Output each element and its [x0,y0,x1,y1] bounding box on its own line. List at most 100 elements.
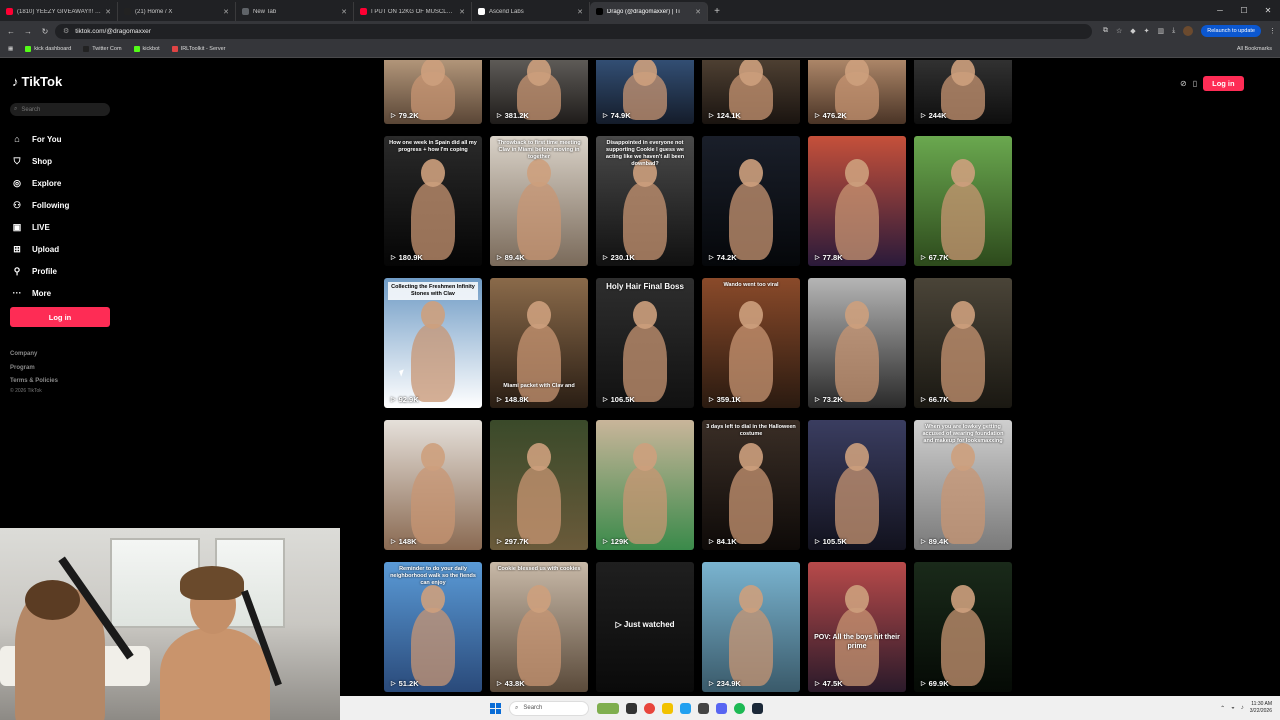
tab-close-icon[interactable]: ✕ [577,8,583,16]
video-tile[interactable]: Miami packet with Clav and ▷ 148.8K [490,278,588,408]
video-tile[interactable]: ▷ 74.9K [596,60,694,124]
bookmark-item[interactable]: kick dashboard [25,46,71,52]
browser-tab[interactable]: New Tab ✕ [236,2,354,21]
sidebar-item-live[interactable]: ▣ LIVE [12,216,69,238]
minimize-icon[interactable]: ─ [1208,6,1232,15]
video-tile[interactable]: Wando went too viral ▷ 359.1K [702,278,800,408]
video-tile[interactable]: ▷ 79.2K [384,60,482,124]
play-icon: ▷ [709,539,714,545]
video-tile[interactable]: ▷ 244K [914,60,1012,124]
back-icon[interactable]: ← [4,24,18,38]
tab-close-icon[interactable]: ✕ [341,8,347,16]
video-tile[interactable]: Holy Hair Final Boss ▷ 106.5K [596,278,694,408]
profile-avatar[interactable] [1183,26,1194,36]
sidebar-item-profile[interactable]: ⚲ Profile [12,260,69,282]
install-icon[interactable]: ⧉ [1103,27,1108,35]
reload-icon[interactable]: ↻ [38,24,52,38]
header-login-button[interactable]: Log in [1203,76,1244,91]
video-tile[interactable]: ▷ 476.2K [808,60,906,124]
video-tile[interactable]: ▷ 129K [596,420,694,550]
video-tile[interactable]: ▷ 105.5K [808,420,906,550]
footer-link[interactable]: Company [10,348,58,362]
maximize-icon[interactable]: ☐ [1232,6,1256,15]
close-window-icon[interactable]: ✕ [1256,6,1280,15]
extension-icon[interactable]: ◆ [1130,27,1135,35]
chrome-icon[interactable] [644,702,655,714]
video-tile[interactable]: ▷ 148K [384,420,482,550]
video-tile[interactable]: ▷ 234.9K [702,562,800,692]
discord-icon[interactable] [716,702,727,714]
edge-icon[interactable] [680,702,691,714]
sidebar-item-following[interactable]: ⚇ Following [12,194,69,216]
search-input[interactable]: ⌕ Search [10,103,110,116]
coin-icon[interactable]: ⊘ [1180,79,1187,88]
video-tile[interactable]: ▷ 69.9K [914,562,1012,692]
url-bar[interactable]: ⚙ tiktok.com/@dragomaxxer [55,23,1092,39]
video-tile[interactable]: ▷ 297.7K [490,420,588,550]
task-view-icon[interactable] [626,702,637,714]
sidebar-login-button[interactable]: Log in [10,307,110,327]
video-tile[interactable]: How one week in Spain did all my progres… [384,136,482,266]
video-tile[interactable]: 3 days left to dial in the Halloween cos… [702,420,800,550]
browser-tab[interactable]: (1810) YEEZY GIVEAWAY!!! | 67 ✕ [0,2,118,21]
footer-link[interactable]: Terms & Policies [10,375,58,389]
footer-link[interactable]: Program [10,362,58,376]
video-tile[interactable]: POV: All the boys hit their prime ▷ 47.5K [808,562,906,692]
bookmark-item[interactable]: Twitter Com [83,46,122,52]
network-icon[interactable]: ◒ [1231,705,1235,711]
widgets-icon[interactable] [597,702,619,714]
video-tile[interactable]: Collecting the Freshmen Infinity Stones … [384,278,482,408]
browser-tab[interactable]: I PUT ON 12KG OF MUSCLE IN ✕ [354,2,472,21]
site-info-icon[interactable]: ⚙ [63,27,69,35]
video-tile[interactable]: ▷ 73.2K [808,278,906,408]
tab-close-icon[interactable]: ✕ [105,8,111,16]
view-count-value: 148K [398,537,417,546]
video-tile[interactable]: Throwback to first time meeting Clav in … [490,136,588,266]
video-tile[interactable]: ▷ 77.8K [808,136,906,266]
obs-icon[interactable] [698,702,709,714]
browser-tab[interactable]: Ascend Labs ✕ [472,2,590,21]
sidebar-item-for-you[interactable]: ⌂ For You [12,128,69,150]
menu-icon[interactable]: ⋮ [1269,27,1276,35]
speaker-icon[interactable]: ♪ [1241,705,1244,711]
phone-icon[interactable]: ▯ [1193,79,1197,88]
all-bookmarks-link[interactable]: All Bookmarks [1237,46,1272,52]
video-tile[interactable]: Reminder to do your daily neighborhood w… [384,562,482,692]
bookmark-item[interactable]: IRLToolkit - Server [171,46,226,52]
video-tile[interactable]: ▷ 381.2K [490,60,588,124]
puzzle-icon[interactable]: ✦ [1144,27,1150,35]
video-tile[interactable]: When you are lowkey getting accused of w… [914,420,1012,550]
tab-close-icon[interactable]: ✕ [223,8,229,16]
tiktok-logo[interactable]: ♪ TikTok [12,74,62,89]
sidebar-item-explore[interactable]: ◎ Explore [12,172,69,194]
video-tile[interactable]: ▷ 74.2K [702,136,800,266]
sidebar-item-more[interactable]: ··· More [12,282,69,304]
spotify-icon[interactable] [734,702,745,714]
video-tile[interactable]: ▷ 124.1K [702,60,800,124]
browser-tab[interactable]: (21) Home / X ✕ [118,2,236,21]
new-tab-button[interactable]: + [708,2,726,21]
relaunch-button[interactable]: Relaunch to update [1201,25,1261,37]
video-tile[interactable]: ▷ 66.7K [914,278,1012,408]
steam-icon[interactable] [752,702,763,714]
star-icon[interactable]: ☆ [1116,27,1122,35]
taskbar-clock[interactable]: 11:30 AM 3/22/2026 [1250,701,1272,715]
download-icon[interactable]: ⤓ [1172,27,1175,35]
sidepanel-icon[interactable]: ▥ [1158,27,1165,35]
tab-close-icon[interactable]: ✕ [695,8,701,16]
windows-start-icon[interactable] [490,702,501,714]
video-tile[interactable]: ▷ Just watched [596,562,694,692]
file-explorer-icon[interactable] [662,702,673,714]
bookmark-item[interactable]: kickbot [133,46,160,52]
tab-close-icon[interactable]: ✕ [459,8,465,16]
forward-icon[interactable]: → [21,24,35,38]
taskbar-search[interactable]: ⌕ Search [509,700,589,716]
sidebar-item-shop[interactable]: ⛉ Shop [12,150,69,172]
video-tile[interactable]: Cookie blessed us with cookies ▷ 43.8K [490,562,588,692]
browser-tab[interactable]: Drago (@dragomaxxer) | Ti ✕ [590,2,708,21]
apps-icon[interactable]: ▦ [8,46,13,52]
tray-chevron-icon[interactable]: ⌃ [1220,705,1225,712]
video-tile[interactable]: ▷ 67.7K [914,136,1012,266]
video-tile[interactable]: Disappointed in everyone not supporting … [596,136,694,266]
sidebar-item-upload[interactable]: ⊞ Upload [12,238,69,260]
